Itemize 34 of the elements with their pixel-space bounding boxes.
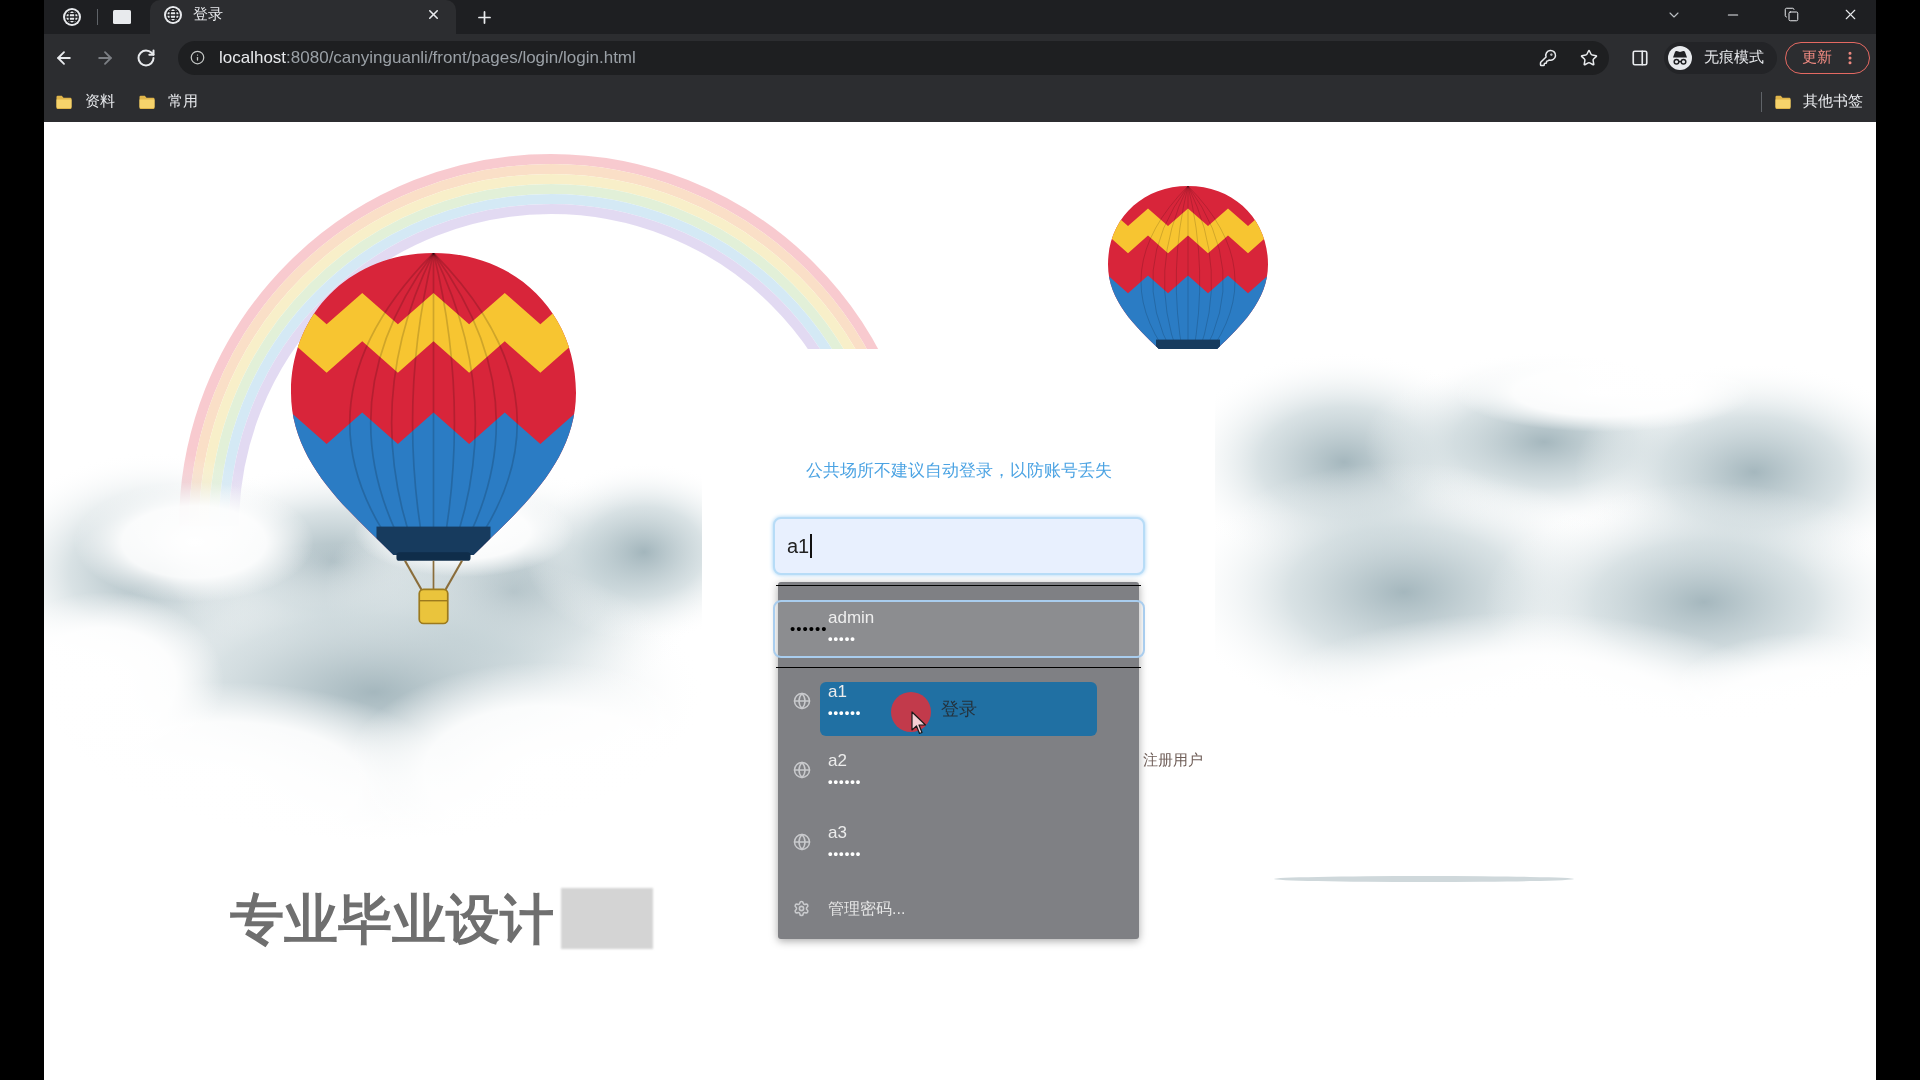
side-panel-icon[interactable] [1631,48,1649,67]
site-title: 专业毕业设计 [230,888,554,950]
bookmark-folder[interactable]: 资料 [56,90,115,113]
info-icon[interactable] [190,50,205,65]
reload-icon[interactable] [136,47,156,68]
restore-icon[interactable] [1784,7,1799,22]
masked-password: •••••• [828,775,862,789]
key-icon[interactable] [1539,48,1557,67]
settings-icon [793,900,810,917]
folder-icon [139,94,155,109]
masked-password: •••••• [828,706,862,720]
incognito-icon [1668,45,1692,70]
username-field[interactable]: a1 [773,517,1145,575]
star-icon[interactable] [1580,48,1598,67]
globe-icon [793,692,811,710]
address-bar[interactable]: localhost:8080/canyinguanli/front/pages/login/login.html [178,40,1609,75]
globe-icon [793,761,811,779]
bookmark-folder[interactable]: 常用 [139,90,198,113]
folder-icon [56,94,72,109]
globe-icon [793,833,811,851]
masked-password: ••••• [828,631,857,646]
saved-username[interactable]: a1 [828,682,862,702]
bookmark-folder[interactable]: 其他书签 [1775,90,1863,113]
masked-password: •••••• [828,847,862,861]
notice-text: 公共场所不建议自动登录，以防账号丢失 [805,461,1112,481]
close-icon[interactable] [426,7,441,22]
globe-icon [164,5,182,24]
incognito-chip[interactable]: 无痕模式 [1664,41,1777,74]
mouse-pointer-icon [911,711,927,735]
url-text[interactable]: localhost:8080/canyinguanli/front/pages/login/login.html [219,44,636,71]
folder-icon [1775,94,1791,109]
register-link[interactable]: 注册用户 [1143,750,1203,770]
globe-icon[interactable] [63,8,81,26]
browser-tab[interactable]: 登录 [150,0,456,34]
